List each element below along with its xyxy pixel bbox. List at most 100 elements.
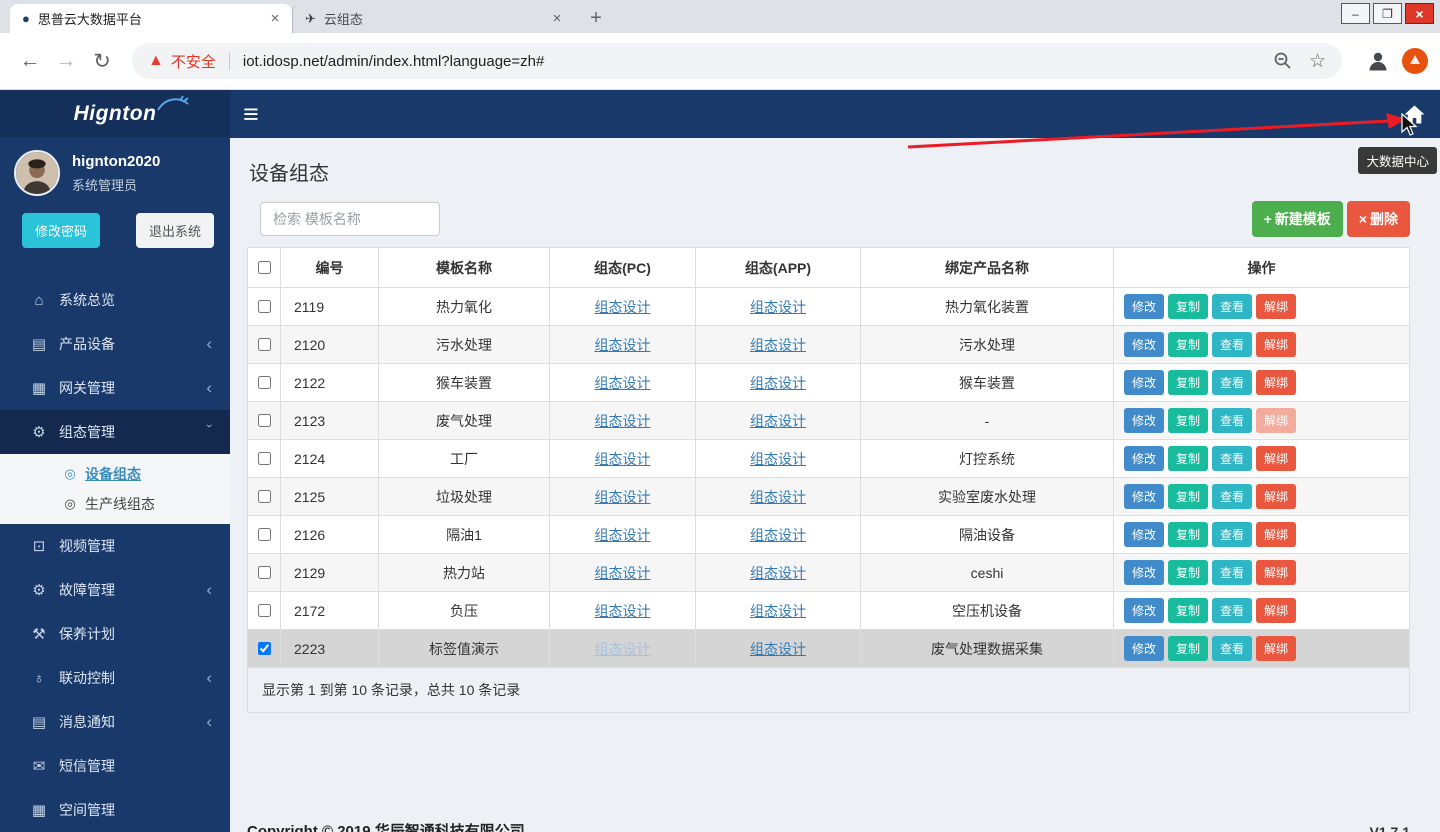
app-config-link[interactable]: 组态设计 bbox=[750, 299, 806, 315]
pc-config-link[interactable]: 组态设计 bbox=[595, 527, 651, 543]
copy-button[interactable]: 复制 bbox=[1168, 446, 1208, 471]
edit-button[interactable]: 修改 bbox=[1124, 484, 1164, 509]
tab-close-icon[interactable]: × bbox=[548, 10, 566, 28]
pc-config-link[interactable]: 组态设计 bbox=[595, 565, 651, 581]
sidebar-item-产品设备[interactable]: ▤产品设备‹ bbox=[0, 322, 230, 366]
copy-button[interactable]: 复制 bbox=[1168, 598, 1208, 623]
view-button[interactable]: 查看 bbox=[1212, 408, 1252, 433]
close-button[interactable]: × bbox=[1405, 3, 1434, 24]
edit-button[interactable]: 修改 bbox=[1124, 522, 1164, 547]
unbind-button[interactable]: 解绑 bbox=[1256, 446, 1296, 471]
unbind-button[interactable]: 解绑 bbox=[1256, 484, 1296, 509]
pc-config-link[interactable]: 组态设计 bbox=[595, 489, 651, 505]
pc-config-link[interactable]: 组态设计 bbox=[595, 413, 651, 429]
new-template-button[interactable]: +新建模板 bbox=[1252, 201, 1343, 237]
back-button[interactable]: ← bbox=[12, 49, 48, 73]
row-checkbox[interactable] bbox=[258, 452, 271, 465]
app-config-link[interactable]: 组态设计 bbox=[750, 641, 806, 657]
view-button[interactable]: 查看 bbox=[1212, 332, 1252, 357]
pc-config-link[interactable]: 组态设计 bbox=[595, 641, 651, 657]
unbind-button[interactable]: 解绑 bbox=[1256, 522, 1296, 547]
view-button[interactable]: 查看 bbox=[1212, 522, 1252, 547]
view-button[interactable]: 查看 bbox=[1212, 446, 1252, 471]
view-button[interactable]: 查看 bbox=[1212, 294, 1252, 319]
address-bar[interactable]: ▲ 不安全 iot.idosp.net/admin/index.html?lan… bbox=[132, 43, 1342, 79]
row-checkbox[interactable] bbox=[258, 376, 271, 389]
browser-profile-icon[interactable] bbox=[1366, 49, 1390, 73]
unbind-button[interactable]: 解绑 bbox=[1256, 332, 1296, 357]
view-button[interactable]: 查看 bbox=[1212, 598, 1252, 623]
restore-button[interactable]: ❐ bbox=[1373, 3, 1402, 24]
pc-config-link[interactable]: 组态设计 bbox=[595, 299, 651, 315]
forward-button[interactable]: → bbox=[48, 49, 84, 73]
logout-button[interactable]: 退出系统 bbox=[136, 213, 214, 248]
view-button[interactable]: 查看 bbox=[1212, 560, 1252, 585]
edit-button[interactable]: 修改 bbox=[1124, 598, 1164, 623]
edit-button[interactable]: 修改 bbox=[1124, 294, 1164, 319]
copy-button[interactable]: 复制 bbox=[1168, 408, 1208, 433]
app-config-link[interactable]: 组态设计 bbox=[750, 565, 806, 581]
app-logo[interactable]: Hignton bbox=[0, 90, 230, 137]
tab-close-icon[interactable]: × bbox=[266, 10, 284, 28]
minimize-button[interactable]: – bbox=[1341, 3, 1370, 24]
edit-button[interactable]: 修改 bbox=[1124, 370, 1164, 395]
browser-tab[interactable]: ●思普云大数据平台× bbox=[10, 4, 292, 33]
app-config-link[interactable]: 组态设计 bbox=[750, 603, 806, 619]
copy-button[interactable]: 复制 bbox=[1168, 370, 1208, 395]
view-button[interactable]: 查看 bbox=[1212, 636, 1252, 661]
row-checkbox[interactable] bbox=[258, 300, 271, 313]
pc-config-link[interactable]: 组态设计 bbox=[595, 337, 651, 353]
unbind-button[interactable]: 解绑 bbox=[1256, 636, 1296, 661]
copy-button[interactable]: 复制 bbox=[1168, 522, 1208, 547]
view-button[interactable]: 查看 bbox=[1212, 370, 1252, 395]
unbind-button[interactable]: 解绑 bbox=[1256, 294, 1296, 319]
select-all-checkbox[interactable] bbox=[258, 261, 271, 274]
app-config-link[interactable]: 组态设计 bbox=[750, 375, 806, 391]
view-button[interactable]: 查看 bbox=[1212, 484, 1252, 509]
pc-config-link[interactable]: 组态设计 bbox=[595, 451, 651, 467]
app-config-link[interactable]: 组态设计 bbox=[750, 413, 806, 429]
unbind-button[interactable]: 解绑 bbox=[1256, 370, 1296, 395]
change-password-button[interactable]: 修改密码 bbox=[22, 213, 100, 248]
menu-toggle-icon[interactable]: ≡ bbox=[243, 104, 259, 124]
unbind-button[interactable]: 解绑 bbox=[1256, 598, 1296, 623]
copy-button[interactable]: 复制 bbox=[1168, 636, 1208, 661]
browser-update-icon[interactable] bbox=[1402, 48, 1428, 74]
sidebar-item-系统总览[interactable]: ⌂系统总览 bbox=[0, 278, 230, 322]
search-input[interactable] bbox=[260, 202, 440, 236]
bookmark-star-icon[interactable]: ☆ bbox=[1309, 50, 1326, 73]
delete-button[interactable]: ×删除 bbox=[1347, 201, 1410, 237]
app-config-link[interactable]: 组态设计 bbox=[750, 489, 806, 505]
edit-button[interactable]: 修改 bbox=[1124, 408, 1164, 433]
edit-button[interactable]: 修改 bbox=[1124, 446, 1164, 471]
zoom-out-icon[interactable] bbox=[1273, 51, 1293, 71]
sidebar-subitem-设备组态[interactable]: ◎设备组态 bbox=[0, 459, 230, 489]
unbind-button[interactable]: 解绑 bbox=[1256, 560, 1296, 585]
unbind-button[interactable]: 解绑 bbox=[1256, 408, 1296, 433]
pc-config-link[interactable]: 组态设计 bbox=[595, 603, 651, 619]
sidebar-item-网关管理[interactable]: ▦网关管理‹ bbox=[0, 366, 230, 410]
sidebar-item-消息通知[interactable]: ▤消息通知‹ bbox=[0, 700, 230, 744]
row-checkbox[interactable] bbox=[258, 566, 271, 579]
edit-button[interactable]: 修改 bbox=[1124, 636, 1164, 661]
copy-button[interactable]: 复制 bbox=[1168, 484, 1208, 509]
app-config-link[interactable]: 组态设计 bbox=[750, 451, 806, 467]
home-icon[interactable] bbox=[1404, 105, 1425, 124]
row-checkbox[interactable] bbox=[258, 604, 271, 617]
app-config-link[interactable]: 组态设计 bbox=[750, 527, 806, 543]
sidebar-item-保养计划[interactable]: ⚒保养计划 bbox=[0, 612, 230, 656]
row-checkbox[interactable] bbox=[258, 490, 271, 503]
reload-button[interactable]: ↻ bbox=[84, 49, 120, 74]
copy-button[interactable]: 复制 bbox=[1168, 560, 1208, 585]
sidebar-item-视频管理[interactable]: ⊡视频管理 bbox=[0, 524, 230, 568]
sidebar-subitem-生产线组态[interactable]: ◎生产线组态 bbox=[0, 489, 230, 519]
copy-button[interactable]: 复制 bbox=[1168, 332, 1208, 357]
row-checkbox[interactable] bbox=[258, 414, 271, 427]
sidebar-item-短信管理[interactable]: ✉短信管理 bbox=[0, 744, 230, 788]
browser-tab[interactable]: ✈云组态× bbox=[292, 4, 574, 33]
app-config-link[interactable]: 组态设计 bbox=[750, 337, 806, 353]
row-checkbox[interactable] bbox=[258, 642, 271, 655]
copy-button[interactable]: 复制 bbox=[1168, 294, 1208, 319]
edit-button[interactable]: 修改 bbox=[1124, 332, 1164, 357]
row-checkbox[interactable] bbox=[258, 338, 271, 351]
